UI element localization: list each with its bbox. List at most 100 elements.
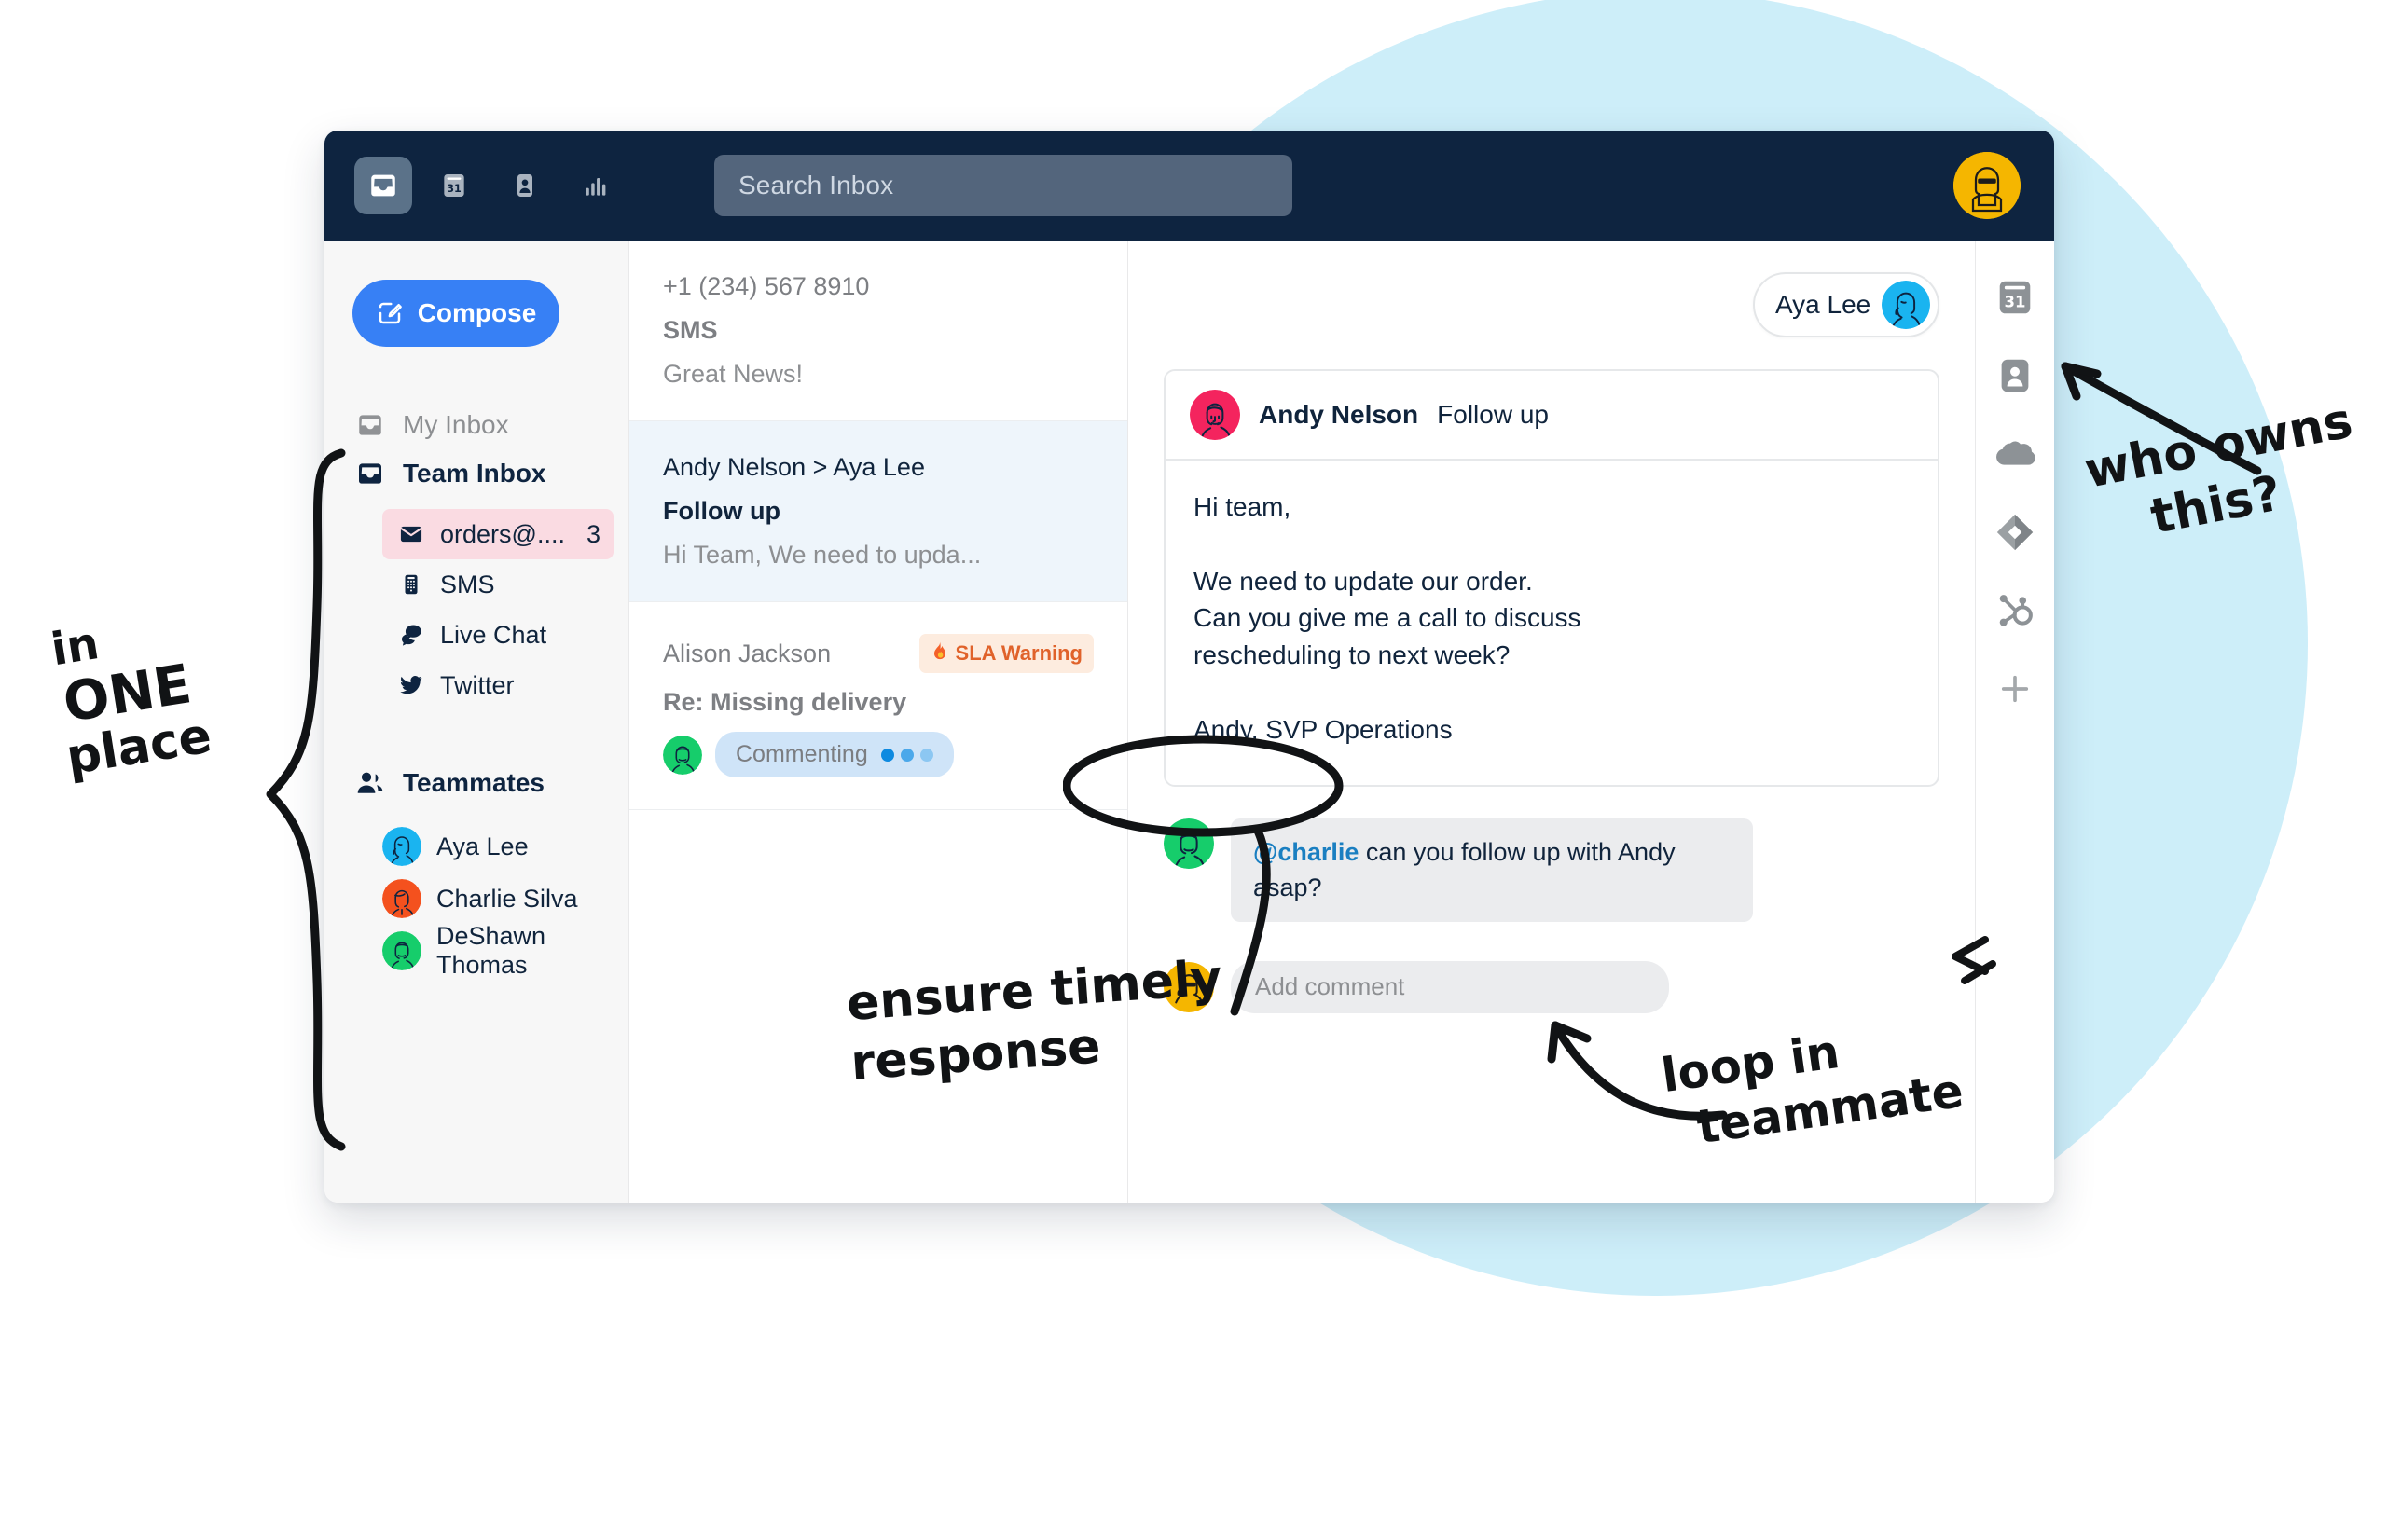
- screenshot-stage: 31 Search Inbox Compose My Inbox Team In…: [0, 0, 2387, 1540]
- annotation-line: ONE: [59, 652, 196, 735]
- conversation-item[interactable]: Andy Nelson > Aya Lee Follow up Hi Team,…: [629, 421, 1127, 602]
- compose-label: Compose: [417, 298, 537, 327]
- chat-bubbles-icon: [395, 622, 427, 648]
- avatar: [663, 735, 702, 775]
- teammate-name: DeShawn Thomas: [436, 922, 546, 979]
- sender-name: Alison Jackson: [663, 639, 832, 667]
- assignee-row: Aya Lee: [1164, 272, 1939, 337]
- message-subject: Follow up: [1437, 400, 1549, 429]
- reports-icon[interactable]: [567, 157, 625, 214]
- typing-dots-icon: [880, 748, 933, 762]
- sidebar-item-label: My Inbox: [403, 410, 509, 439]
- message-card: Andy Nelson Follow up Hi team, We need t…: [1164, 369, 1939, 788]
- add-comment-placeholder: Add comment: [1255, 972, 1405, 1001]
- channel-label: orders@....: [440, 519, 565, 548]
- app-body: Compose My Inbox Team Inbox orders@.... …: [324, 241, 2054, 1203]
- commenting-status: Commenting: [663, 732, 1094, 777]
- sidebar-nav: My Inbox Team Inbox orders@.... 3 SMS Li…: [324, 401, 628, 979]
- contacts-icon[interactable]: [496, 157, 554, 214]
- teammate-name: Charlie Silva: [436, 884, 578, 913]
- channel-label: Twitter: [440, 670, 515, 699]
- conversation-item[interactable]: Alison Jackson SLA Warning Re: Missing d…: [629, 602, 1127, 810]
- calendar-icon[interactable]: 31: [425, 157, 483, 214]
- avatar: [382, 827, 421, 866]
- plus-icon[interactable]: [1992, 666, 2038, 712]
- conversation-item[interactable]: +1 (234) 567 8910 SMS Great News!: [629, 241, 1127, 421]
- compose-button[interactable]: Compose: [352, 280, 559, 347]
- conversation-subject: SMS: [663, 316, 718, 344]
- sender-name: +1 (234) 567 8910: [663, 272, 870, 300]
- sidebar-item-my-inbox[interactable]: My Inbox: [324, 401, 628, 449]
- diamond-icon[interactable]: [1992, 509, 2038, 556]
- teammate-item-charlie-silva[interactable]: Charlie Silva: [382, 873, 628, 925]
- annotation-line: place: [62, 708, 215, 787]
- conversation-subject: Follow up: [663, 497, 780, 525]
- avatar: [1164, 818, 1214, 870]
- conversation-preview: Hi Team, We need to upda...: [663, 541, 982, 569]
- sidebar-item-team-inbox[interactable]: Team Inbox: [324, 449, 628, 498]
- avatar: [382, 931, 421, 970]
- teammate-item-deshawn-thomas[interactable]: DeShawn Thomas: [382, 922, 628, 979]
- commenting-label: Commenting: [736, 741, 868, 767]
- avatar: [1882, 281, 1930, 329]
- channel-label: SMS: [440, 570, 495, 598]
- avatar: [1190, 390, 1240, 440]
- flame-icon: [931, 640, 949, 667]
- app-window: 31 Search Inbox Compose My Inbox Team In…: [324, 131, 2054, 1203]
- integrations-rail: 31: [1976, 241, 2054, 1203]
- unread-count: 3: [586, 519, 600, 548]
- avatar[interactable]: [1953, 152, 2021, 219]
- inbox-outline-icon: [352, 410, 388, 440]
- annotation-strike-marks: [1952, 936, 1996, 984]
- conversation-preview: Great News!: [663, 360, 804, 388]
- twitter-bird-icon: [395, 672, 427, 698]
- conversation-sender: Alison Jackson SLA Warning: [663, 634, 1094, 673]
- phone-keypad-icon: [395, 572, 427, 597]
- contact-card-icon[interactable]: [1992, 352, 2038, 399]
- teammate-item-aya-lee[interactable]: Aya Lee: [382, 820, 628, 873]
- message-header: Andy Nelson Follow up: [1166, 371, 1938, 461]
- thread-panel: Aya Lee Andy Nelson Follow up Hi team, W…: [1128, 241, 1976, 1203]
- sidebar-item-label: Team Inbox: [403, 459, 546, 488]
- add-comment-row: Add comment: [1164, 960, 1939, 1013]
- teammates-label: Teammates: [403, 768, 545, 797]
- salesforce-cloud-icon[interactable]: [1992, 431, 2038, 477]
- annotation-line: in: [48, 617, 103, 677]
- inbox-icon[interactable]: [354, 157, 412, 214]
- channel-label: Live Chat: [440, 620, 547, 649]
- svg-text:31: 31: [447, 183, 462, 195]
- sender-name: Andy Nelson > Aya Lee: [663, 453, 925, 481]
- search-placeholder: Search Inbox: [738, 171, 894, 199]
- annotation-in-one-place: in ONE place: [47, 605, 215, 787]
- sidebar-item-orders-inbox[interactable]: orders@.... 3: [382, 509, 614, 559]
- sidebar-item-live-chat[interactable]: Live Chat: [382, 610, 614, 660]
- status-badge: SLA Warning: [918, 634, 1094, 673]
- sidebar: Compose My Inbox Team Inbox orders@.... …: [324, 241, 629, 1203]
- sidebar-item-sms[interactable]: SMS: [382, 559, 614, 610]
- sidebar-section-teammates[interactable]: Teammates: [324, 759, 628, 807]
- message-sender: Andy Nelson: [1259, 400, 1419, 429]
- hubspot-sprocket-icon[interactable]: [1992, 587, 2038, 634]
- conversation-sender: Andy Nelson > Aya Lee: [663, 453, 1094, 482]
- conversation-sender: +1 (234) 567 8910: [663, 272, 1094, 301]
- avatar: [1164, 961, 1214, 1012]
- envelope-icon: [395, 521, 427, 547]
- channel-list: orders@.... 3 SMS Live Chat Twitter: [324, 509, 628, 710]
- sidebar-item-twitter[interactable]: Twitter: [382, 660, 614, 710]
- avatar: [382, 879, 421, 918]
- assignee-name: Aya Lee: [1775, 290, 1871, 319]
- assignee-chip[interactable]: Aya Lee: [1753, 272, 1939, 337]
- topbar-icon-group: 31: [354, 157, 625, 214]
- comment-item: @charlie can you follow up with Andy asa…: [1164, 818, 1939, 922]
- status-badge-label: SLA Warning: [955, 641, 1083, 665]
- commenting-pill: Commenting: [715, 732, 954, 777]
- svg-text:31: 31: [2005, 294, 2026, 311]
- add-comment-input[interactable]: Add comment: [1231, 960, 1669, 1013]
- calendar-31-icon[interactable]: 31: [1992, 274, 2038, 321]
- mention-link[interactable]: @charlie: [1253, 838, 1359, 866]
- teammate-list: Aya Lee Charlie Silva DeShawn Thomas: [324, 820, 628, 979]
- conversation-subject: Re: Missing delivery: [663, 688, 907, 716]
- message-body: Hi team, We need to update our order. Ca…: [1194, 492, 1581, 744]
- search-input[interactable]: Search Inbox: [714, 155, 1292, 216]
- teammate-name: Aya Lee: [436, 832, 529, 860]
